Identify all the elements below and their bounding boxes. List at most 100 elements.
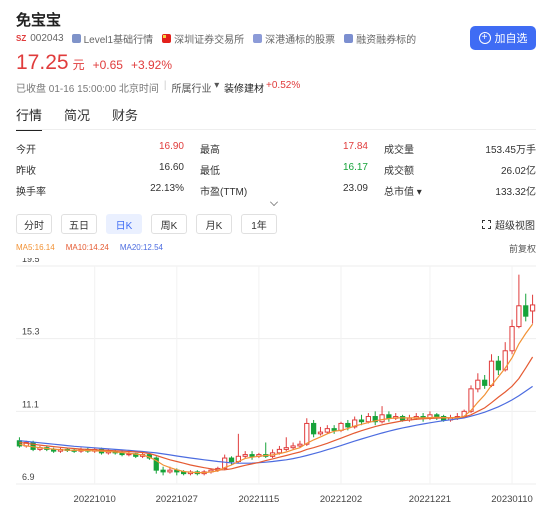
tab-finance[interactable]: 财务 — [112, 105, 138, 131]
market-status: 已收盘 01-16 15:00:00 北京时间 | 所属行业 ▾ 装修建材 +0… — [16, 80, 300, 95]
candle-body — [358, 419, 365, 423]
plus-circle-icon: + — [478, 32, 491, 44]
tab-quote[interactable]: 行情 — [16, 105, 43, 131]
candle-body — [523, 305, 529, 317]
candle-body — [475, 379, 481, 390]
stat-market-cap[interactable]: 总市值 ▾ 133.32亿 — [384, 183, 536, 198]
x-tick-label: 20221010 — [74, 494, 116, 505]
period-five-day[interactable]: 五日 — [61, 214, 97, 234]
y-tick-label: 11.1 — [22, 399, 39, 409]
ma20-label: MA20:12.54 — [119, 243, 163, 252]
candle-body — [495, 360, 501, 371]
candle-body — [242, 454, 248, 457]
ma10-line — [19, 356, 534, 471]
industry-name[interactable]: 装修建材 — [224, 80, 264, 95]
market-badge: SZ — [16, 34, 27, 43]
candle-body — [338, 422, 344, 431]
candle-body — [434, 414, 440, 418]
candle-body — [304, 422, 310, 445]
close-time: 已收盘 01-16 15:00:00 北京时间 — [16, 84, 159, 95]
current-price: 17.25 — [16, 51, 69, 74]
y-tick-label: 6.9 — [22, 472, 35, 482]
stat-open: 今开 16.90 — [16, 141, 184, 156]
level1-badge: Level1基础行情 — [71, 31, 153, 46]
stat-volume: 成交量 153.45万手 — [384, 145, 536, 156]
stock-name: 免宝宝 — [16, 12, 62, 29]
price-unit: 元 — [72, 58, 85, 72]
candle-body — [297, 443, 303, 447]
candle-body — [283, 447, 289, 450]
period-selector: 分时 五日 日K 周K 月K 1年 — [16, 214, 286, 234]
period-daily-k[interactable]: 日K — [106, 214, 142, 234]
x-tick-label: 20221115 — [238, 494, 279, 505]
divider: | — [163, 80, 167, 91]
stats-row: 换手率 22.13% 市盈(TTM) 23.09 总市值 ▾ 133.32亿 — [16, 180, 536, 201]
ma-legend: MA5:16.14 MA10:14.24 MA20:12.54 — [16, 243, 174, 252]
china-flag-icon — [162, 34, 172, 43]
candle-body — [324, 428, 330, 433]
industry-label: 所属行业 — [171, 84, 212, 95]
period-weekly-k[interactable]: 周K — [151, 214, 187, 234]
candle-body — [529, 304, 536, 312]
candle-body — [482, 379, 488, 386]
candle-body — [386, 414, 392, 419]
candle-body — [379, 414, 385, 423]
main-tabs: 行情 简况 财务 — [16, 105, 160, 131]
level1-icon — [71, 34, 81, 43]
candle-body — [160, 469, 166, 473]
tabs-divider — [16, 129, 536, 130]
stat-high: 最高 17.84 — [200, 141, 368, 156]
ma20-line — [19, 385, 533, 464]
stat-pe: 市盈(TTM) 23.09 — [200, 183, 368, 198]
period-monthly-k[interactable]: 月K — [196, 214, 232, 234]
period-one-year[interactable]: 1年 — [241, 214, 277, 234]
candle-body — [365, 416, 371, 423]
candle-body — [311, 422, 317, 435]
chevron-down-icon: ▾ — [211, 80, 223, 91]
stat-prev-close: 昨收 16.60 — [16, 162, 184, 177]
fullscreen-icon — [482, 220, 491, 229]
add-watchlist-button[interactable]: + 加自选 — [470, 26, 536, 50]
candle-body — [502, 350, 508, 371]
x-tick-label: 20221027 — [156, 494, 198, 505]
candle-body — [290, 445, 296, 449]
margin-icon — [344, 34, 354, 43]
candle-body — [509, 326, 515, 352]
candle-body — [345, 422, 351, 428]
ma5-line — [19, 323, 534, 474]
stock-code: 002043 — [30, 33, 64, 44]
price-change: +0.65 — [92, 58, 123, 72]
stock-meta: SZ 002043 Level1基础行情 深圳证券交易所 深港通标的股票 融资融… — [16, 31, 425, 46]
exchange-badge: 深圳证券交易所 — [162, 31, 244, 46]
connect-icon — [253, 34, 263, 43]
stats-grid: 今开 16.90 最高 17.84 成交量 153.45万手 昨收 16.60 最低 16… — [16, 138, 536, 201]
candle-body — [516, 305, 522, 328]
tab-profile[interactable]: 简况 — [64, 105, 90, 131]
ma5-label: MA5:16.14 — [16, 243, 55, 252]
x-tick-label: 20221221 — [409, 494, 451, 505]
candle-body — [249, 454, 255, 457]
stat-low: 最低 16.17 — [200, 162, 368, 177]
y-tick-label: 15.3 — [22, 327, 40, 337]
candle-body — [276, 448, 283, 454]
industry-change: +0.52% — [266, 80, 301, 91]
price-row: 17.25 元 +0.65 +3.92% — [16, 51, 172, 75]
margin-badge: 融资融券标的 — [344, 31, 416, 46]
price-change-pct: +3.92% — [130, 58, 172, 72]
y-tick-label: 19.5 — [22, 258, 40, 264]
connect-badge: 深港通标的股票 — [253, 31, 335, 46]
stat-turnover: 成交额 26.02亿 — [384, 166, 536, 177]
candle-body — [228, 457, 235, 463]
adjust-mode[interactable]: 前复权 — [509, 242, 536, 255]
x-tick-label: 20221202 — [320, 494, 362, 505]
ma10-label: MA10:14.24 — [65, 243, 109, 252]
candle-body — [317, 431, 324, 435]
stats-row: 今开 16.90 最高 17.84 成交量 153.45万手 — [16, 138, 536, 159]
period-intraday[interactable]: 分时 — [16, 214, 52, 234]
candle-body — [331, 428, 337, 431]
stat-turnover-rate: 换手率 22.13% — [16, 183, 184, 198]
x-tick-label: 20230110 — [491, 494, 533, 505]
super-view-button[interactable]: 超级视图 — [482, 217, 535, 232]
candle-body — [167, 469, 173, 473]
kline-chart[interactable]: 19.5 15.3 11.1 6.9 20221010 20221027 20221115 2… — [0, 258, 550, 515]
